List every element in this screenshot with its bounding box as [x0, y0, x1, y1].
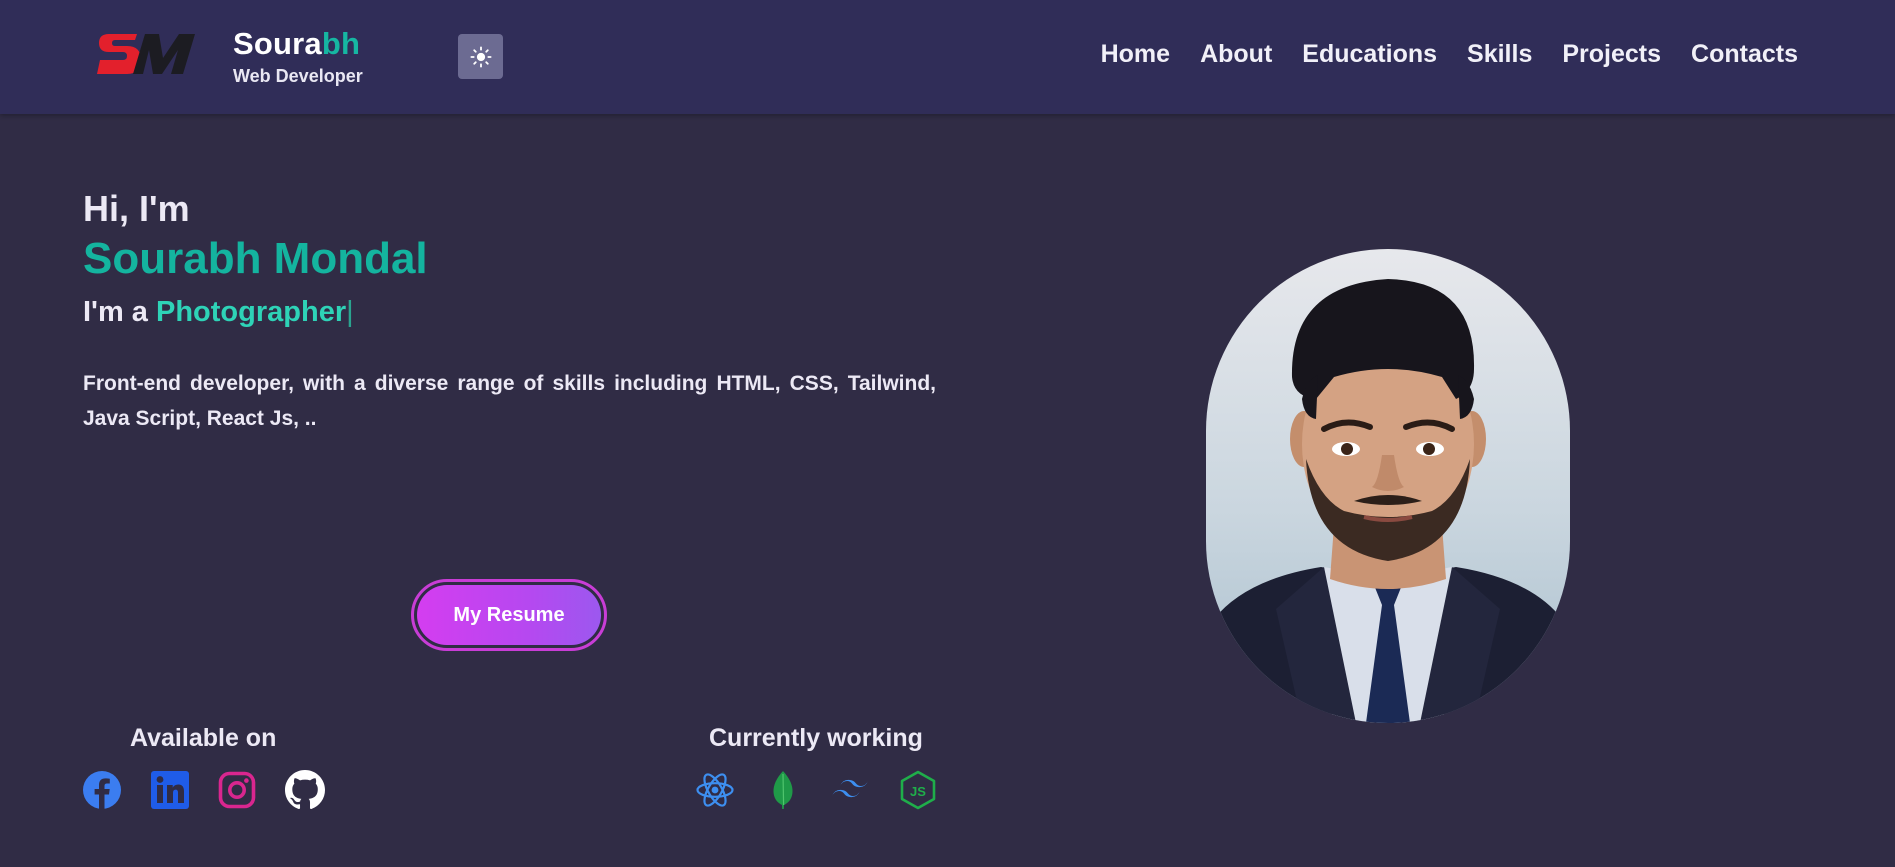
svg-text:JS: JS — [910, 784, 926, 799]
nodejs-icon: JS — [900, 770, 936, 810]
nav-educations[interactable]: Educations — [1302, 40, 1437, 69]
profile-avatar — [1206, 279, 1570, 723]
nav-home[interactable]: Home — [1101, 40, 1170, 69]
sm-logo[interactable] — [97, 28, 205, 80]
hero-greeting: Hi, I'm — [83, 188, 190, 229]
instagram-icon[interactable] — [217, 770, 257, 810]
hero-description: Front-end developer, with a diverse rang… — [83, 372, 936, 430]
role-typed-word: Photographer — [156, 296, 347, 328]
nav-projects[interactable]: Projects — [1562, 40, 1661, 69]
currently-working-title: Currently working — [709, 724, 923, 752]
brand-name: Sourabh — [233, 26, 361, 61]
linkedin-icon[interactable] — [150, 770, 190, 810]
typing-caret: | — [346, 296, 354, 328]
nav-about[interactable]: About — [1200, 40, 1272, 69]
role-prefix: I'm a — [83, 296, 148, 328]
main-nav: Home About Educations Skills Projects Co… — [1101, 40, 1798, 69]
sun-icon — [469, 45, 492, 68]
resume-button[interactable]: My Resume — [411, 579, 607, 651]
site-header: Sourabh Web Developer Home About Educati… — [0, 0, 1895, 114]
theme-toggle-button[interactable] — [458, 34, 503, 79]
tailwind-icon — [832, 779, 868, 798]
nav-skills[interactable]: Skills — [1467, 40, 1532, 69]
hero-role: I'm a Photographer| — [83, 296, 354, 329]
nav-contacts[interactable]: Contacts — [1691, 40, 1798, 69]
available-on-title: Available on — [130, 724, 277, 752]
resume-button-label: My Resume — [417, 585, 601, 645]
hero-name: Sourabh Mondal — [83, 234, 428, 283]
mongodb-icon — [773, 771, 793, 809]
brand-subtitle: Web Developer — [233, 66, 363, 86]
profile-photo — [1206, 249, 1570, 723]
github-icon[interactable] — [285, 770, 325, 810]
react-icon — [696, 773, 734, 807]
facebook-icon[interactable] — [82, 770, 122, 810]
